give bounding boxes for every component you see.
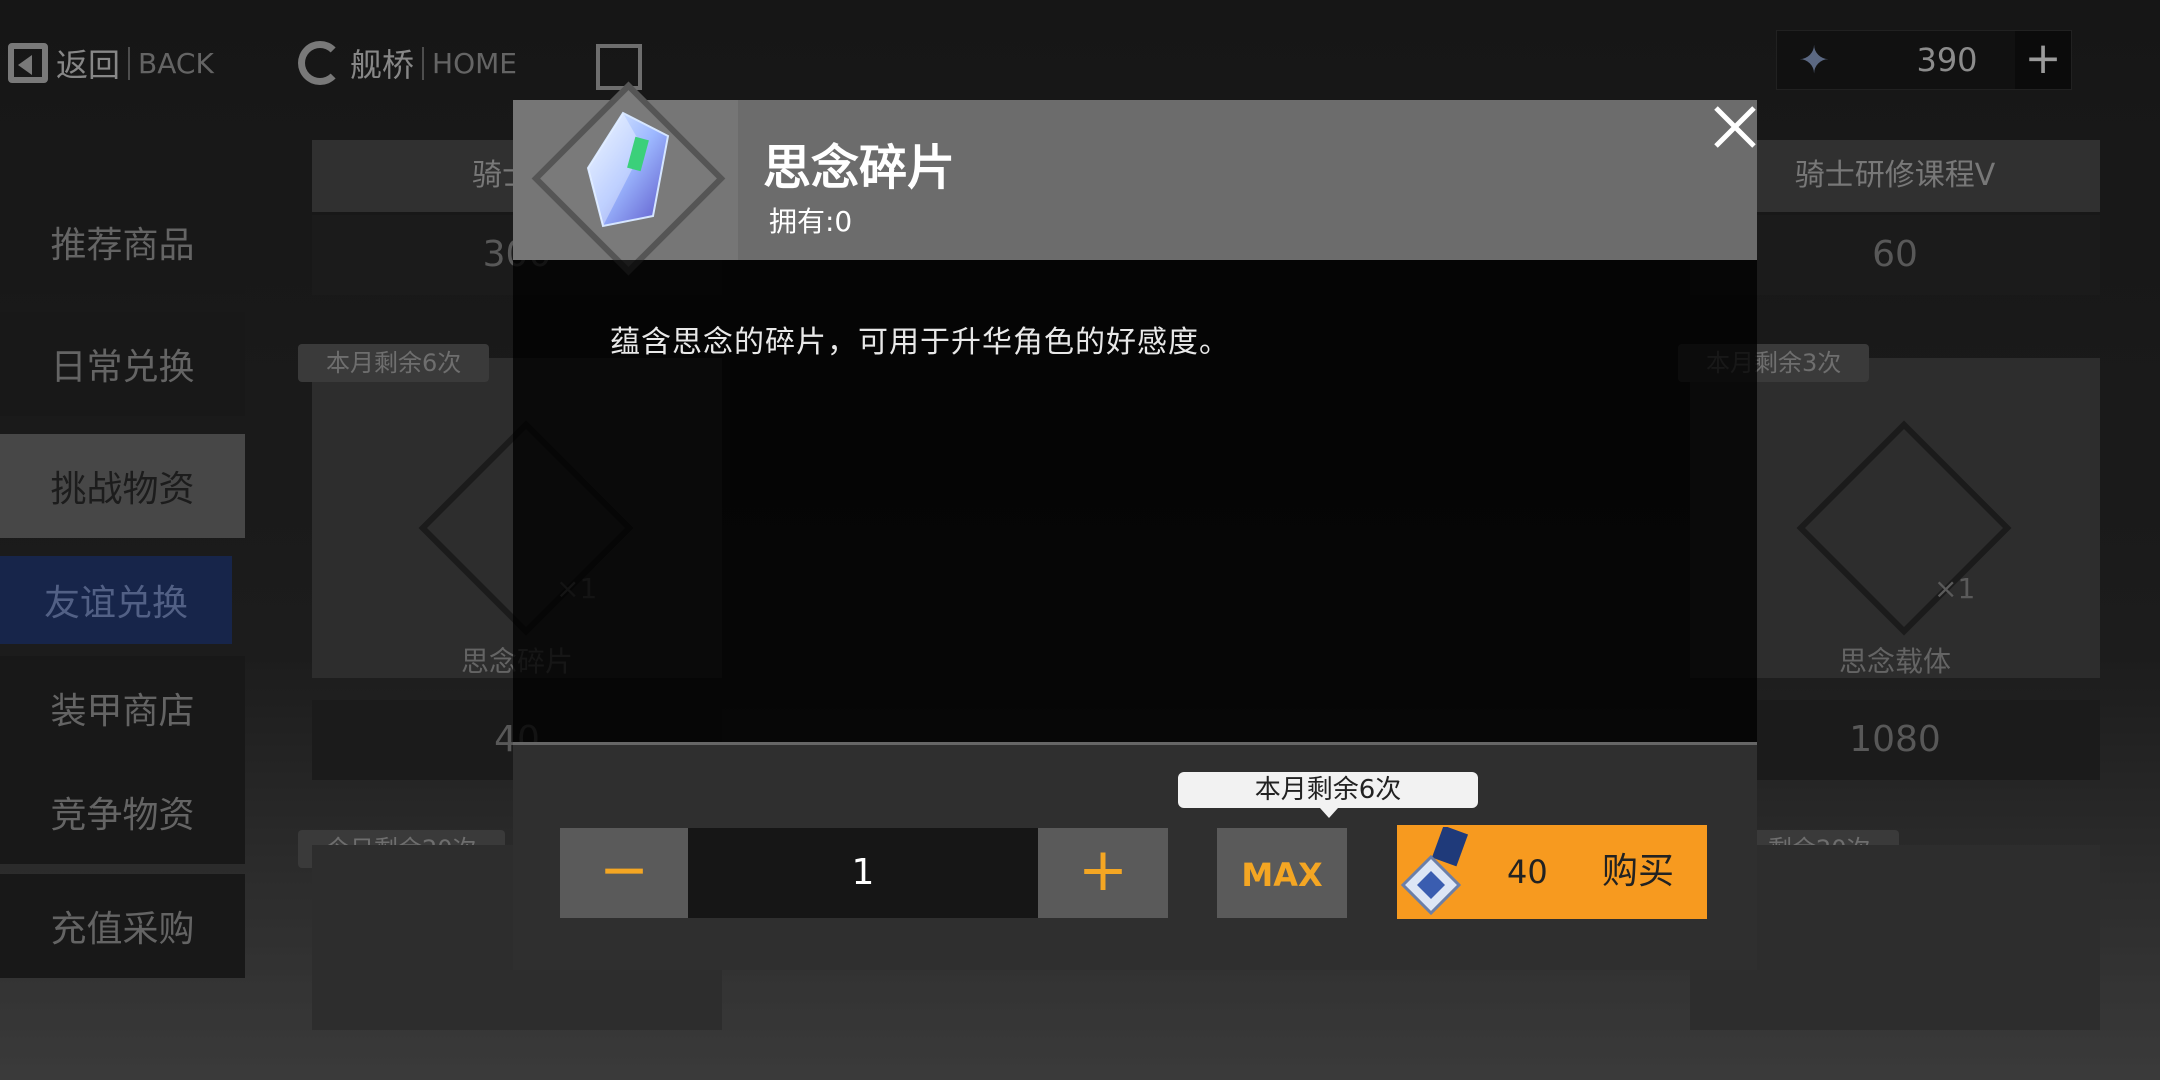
item-description: 蕴含思念的碎片，可用于升华角色的好感度。 [610,325,1230,360]
max-quantity-button[interactable]: MAX [1217,828,1347,918]
dialog-title: 思念碎片 [763,140,956,196]
purchase-limit-tooltip: 本月剩余6次 [1178,772,1478,818]
dialog-footer: − 1 + MAX 本月剩余6次 40 购买 [513,742,1757,970]
buy-label: 购买 [1602,851,1675,892]
item-icon-panel [513,81,738,276]
close-icon[interactable] [1710,102,1760,152]
crystal-icon [586,111,670,228]
buy-button[interactable]: 40 购买 [1397,825,1707,919]
quantity-field[interactable]: 1 [688,828,1038,918]
buy-price: 40 [1507,853,1548,891]
owned-count: 拥有:0 [769,205,853,238]
increase-quantity-button[interactable]: + [1038,828,1168,918]
purchase-dialog: 思念碎片 拥有:0 蕴含思念的碎片，可用于升华角色的好感度。 − 1 + MAX… [513,81,1760,970]
decrease-quantity-button[interactable]: − [560,828,688,918]
dialog-header: 思念碎片 拥有:0 [513,81,1760,276]
medal-icon [1401,827,1469,916]
